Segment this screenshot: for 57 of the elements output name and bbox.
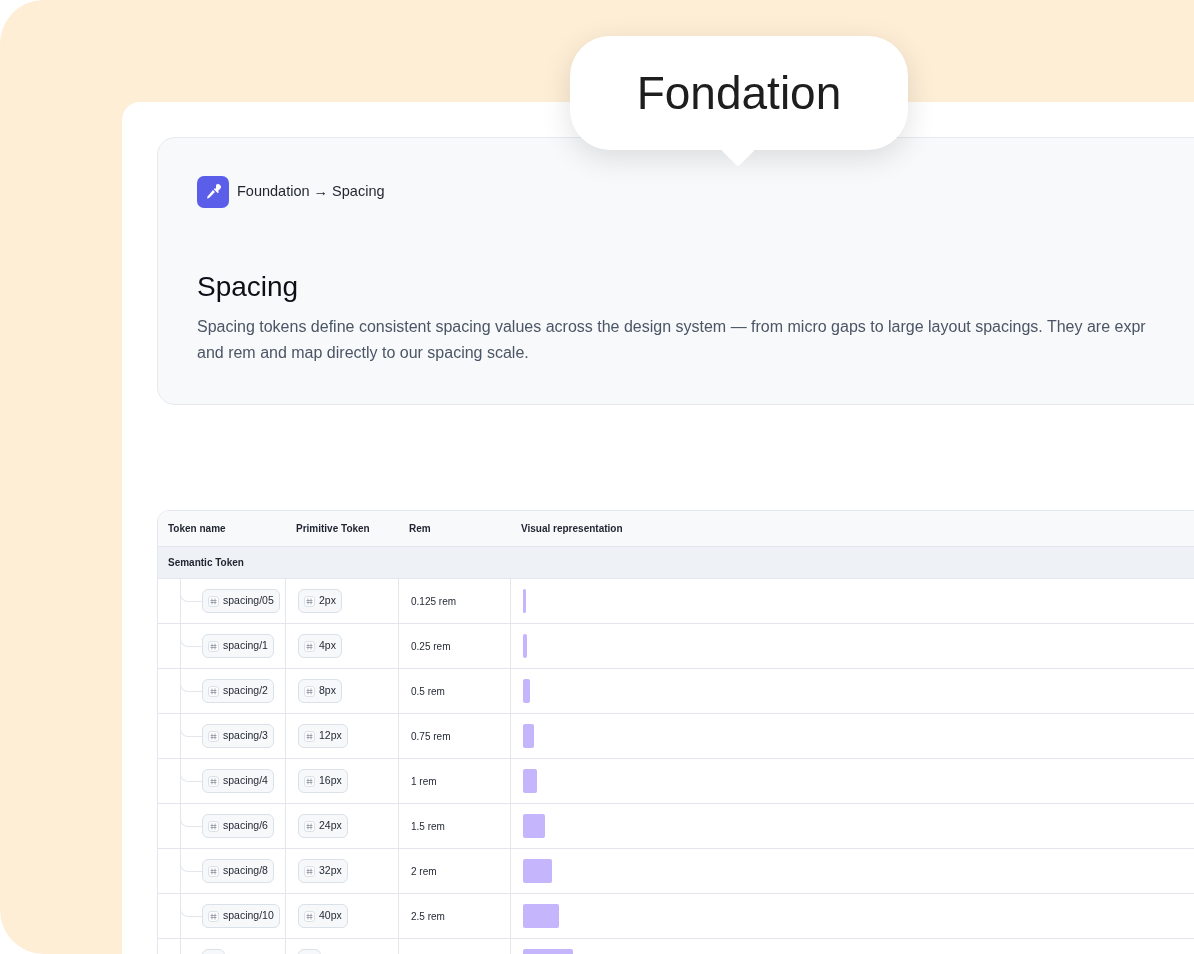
token-chip: spacing/05 xyxy=(202,589,280,613)
spacing-bar xyxy=(523,904,559,928)
primitive-chip: 24px xyxy=(298,814,348,838)
hash-icon xyxy=(304,595,315,607)
rem-value: 0.5 rem xyxy=(411,684,445,699)
token-chip: spacing/4 xyxy=(202,769,274,793)
hash-icon xyxy=(304,685,315,697)
primitive-chip: 16px xyxy=(298,769,348,793)
column-header: Token name xyxy=(167,522,227,536)
group-label: Semantic Token xyxy=(167,556,244,570)
hash-icon xyxy=(304,820,315,832)
token-chip: spacing/8 xyxy=(202,859,274,883)
hash-icon xyxy=(304,865,315,877)
column-header: Primitive Token xyxy=(295,522,371,536)
primitive-chip: 40px xyxy=(298,904,348,928)
spacing-bar xyxy=(523,724,534,748)
token-chip: spacing/3 xyxy=(202,724,274,748)
spacing-bar xyxy=(523,589,526,613)
hash-icon xyxy=(208,685,219,697)
token-chip: spacing/10 xyxy=(202,904,280,928)
rem-value: 1 rem xyxy=(411,774,437,789)
rem-value: 0.125 rem xyxy=(411,594,457,609)
hash-icon xyxy=(208,820,219,832)
hash-icon xyxy=(304,730,315,742)
primitive-chip: 4px xyxy=(298,634,342,658)
token-chip: spacing/1 xyxy=(202,634,274,658)
spacing-bar xyxy=(523,679,531,703)
primitive-chip: 8px xyxy=(298,679,342,703)
spacing-bar xyxy=(523,814,545,838)
token-chip: spacing/2 xyxy=(202,679,274,703)
page-description: Spacing tokens define consistent spacing values across the design system — from micro gaps to large layout spacings. They are expr and rem and map directly to our spacing scale. xyxy=(197,316,1147,363)
eyedropper-icon xyxy=(197,176,229,208)
hash-icon xyxy=(208,865,219,877)
primitive-chip: 12px xyxy=(298,724,348,748)
column-header: Rem xyxy=(408,522,432,536)
rem-value: 0.75 rem xyxy=(411,729,451,744)
spacing-bar xyxy=(523,859,552,883)
rem-value: 1.5 rem xyxy=(411,819,445,834)
page-title: Spacing xyxy=(197,270,300,304)
spacing-bar xyxy=(523,769,538,793)
rem-value: 2.5 rem xyxy=(411,909,445,924)
primitive-chip: 32px xyxy=(298,859,348,883)
hash-icon xyxy=(304,640,315,652)
hash-icon xyxy=(304,775,315,787)
hash-icon xyxy=(208,910,219,922)
breadcrumb: Foundation → Spacing xyxy=(237,182,385,202)
primitive-chip: 2px xyxy=(298,589,342,613)
spacing-bar xyxy=(523,634,527,658)
rem-value: 2 rem xyxy=(411,864,437,879)
column-header: Visual representation xyxy=(520,522,624,536)
hash-icon xyxy=(208,595,219,607)
hash-icon xyxy=(208,730,219,742)
hash-icon xyxy=(304,910,315,922)
rem-value: 0.25 rem xyxy=(411,639,451,654)
token-chip: spacing/6 xyxy=(202,814,274,838)
hash-icon xyxy=(208,775,219,787)
hash-icon xyxy=(208,640,219,652)
